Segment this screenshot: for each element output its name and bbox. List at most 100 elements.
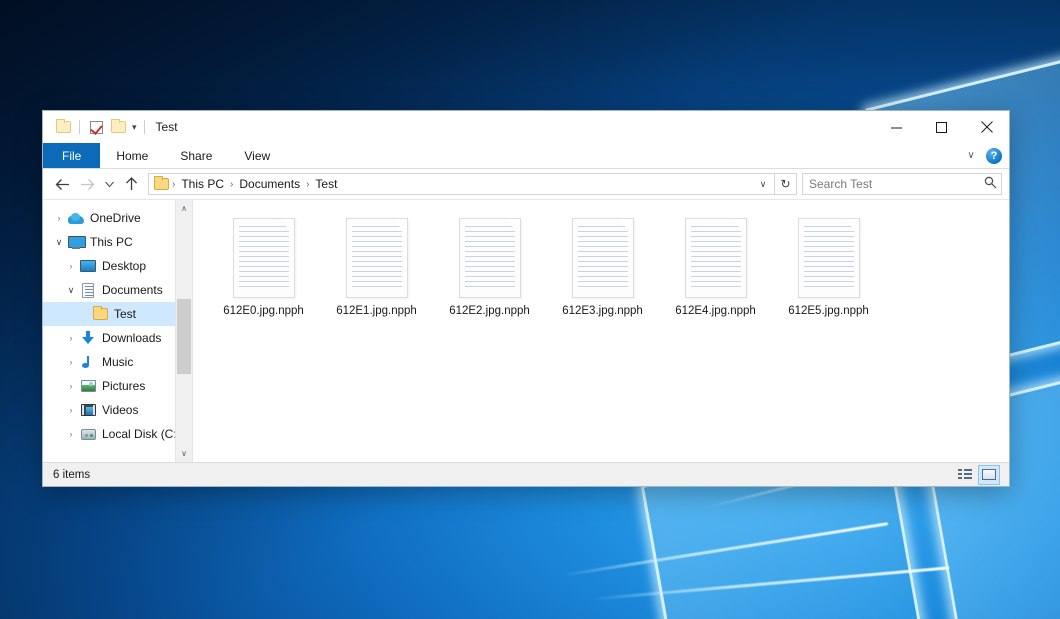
navigation-pane: › OneDrive ∨ This PC › Desktop bbox=[43, 200, 193, 462]
scroll-down-button[interactable]: ∨ bbox=[176, 445, 192, 462]
properties-icon[interactable] bbox=[85, 116, 107, 138]
maximize-button[interactable] bbox=[919, 111, 964, 143]
generic-document-icon bbox=[459, 218, 521, 298]
this-pc-icon bbox=[67, 234, 85, 250]
sidebar-item-label: OneDrive bbox=[90, 211, 141, 225]
ribbon-tab-bar: File Home Share View ∨ ? bbox=[43, 143, 1009, 169]
generic-document-icon bbox=[685, 218, 747, 298]
file-name: 612E5.jpg.npph bbox=[788, 305, 869, 317]
chevron-down-icon[interactable]: ∨ bbox=[754, 179, 772, 190]
sidebar-item-label: Desktop bbox=[102, 259, 146, 273]
tab-file[interactable]: File bbox=[43, 143, 100, 168]
scroll-up-button[interactable]: ∧ bbox=[176, 200, 192, 217]
sidebar-item-label: Local Disk (C:) bbox=[102, 427, 181, 441]
videos-icon bbox=[79, 402, 97, 418]
sidebar-item-desktop[interactable]: › Desktop bbox=[43, 254, 192, 278]
search-box[interactable] bbox=[802, 173, 1002, 195]
sidebar-item-music[interactable]: › Music bbox=[43, 350, 192, 374]
close-button[interactable] bbox=[964, 111, 1009, 143]
details-view-button[interactable] bbox=[954, 465, 976, 485]
status-bar: 6 items bbox=[43, 462, 1009, 486]
help-icon[interactable]: ? bbox=[986, 148, 1002, 164]
sidebar-item-label: Music bbox=[102, 355, 133, 369]
large-icons-view-button[interactable] bbox=[978, 465, 1000, 485]
file-grid: 612E0.jpg.npph 612E1.jpg.npph bbox=[207, 214, 1009, 323]
sidebar-item-this-pc[interactable]: ∨ This PC bbox=[43, 230, 192, 254]
chevron-down-icon[interactable]: ▾ bbox=[132, 123, 137, 132]
file-item[interactable]: 612E3.jpg.npph bbox=[546, 214, 659, 323]
folder-icon bbox=[154, 178, 169, 190]
file-name: 612E2.jpg.npph bbox=[449, 305, 530, 317]
breadcrumb[interactable]: › This PC › Documents › Test ∨ bbox=[148, 173, 775, 195]
disk-icon bbox=[79, 426, 97, 442]
search-icon[interactable] bbox=[981, 176, 997, 192]
desktop-background: ▾ Test File Home Share View bbox=[0, 0, 1060, 619]
sidebar-item-label: Videos bbox=[102, 403, 138, 417]
chevron-right-icon[interactable]: › bbox=[63, 357, 79, 367]
file-name: 612E4.jpg.npph bbox=[675, 305, 756, 317]
chevron-down-icon[interactable]: ∨ bbox=[63, 285, 79, 296]
sidebar-item-local-disk-c[interactable]: › Local Disk (C:) bbox=[43, 422, 192, 446]
breadcrumb-item-this-pc[interactable]: This PC bbox=[176, 175, 229, 193]
chevron-right-icon[interactable]: › bbox=[63, 333, 79, 343]
title-bar: ▾ Test bbox=[43, 111, 1009, 143]
sidebar-item-test[interactable]: Test bbox=[43, 302, 192, 326]
chevron-right-icon[interactable]: › bbox=[63, 429, 79, 439]
sidebar-item-label: Documents bbox=[102, 283, 163, 297]
file-item[interactable]: 612E4.jpg.npph bbox=[659, 214, 772, 323]
folder-icon[interactable] bbox=[52, 116, 74, 138]
window-body: › OneDrive ∨ This PC › Desktop bbox=[43, 199, 1009, 462]
navigation-tree: › OneDrive ∨ This PC › Desktop bbox=[43, 200, 192, 446]
file-name: 612E1.jpg.npph bbox=[336, 305, 417, 317]
quick-access-toolbar: ▾ bbox=[43, 116, 150, 138]
generic-document-icon bbox=[346, 218, 408, 298]
refresh-button[interactable]: ↻ bbox=[775, 173, 797, 195]
chevron-right-icon[interactable]: › bbox=[63, 381, 79, 391]
chevron-right-icon[interactable]: › bbox=[51, 213, 67, 223]
view-mode-buttons bbox=[954, 465, 1005, 485]
sidebar-item-documents[interactable]: ∨ Documents bbox=[43, 278, 192, 302]
file-name: 612E0.jpg.npph bbox=[223, 305, 304, 317]
recent-locations-button[interactable] bbox=[100, 172, 119, 197]
breadcrumb-item-documents[interactable]: Documents bbox=[234, 175, 305, 193]
file-item[interactable]: 612E1.jpg.npph bbox=[320, 214, 433, 323]
file-item[interactable]: 612E5.jpg.npph bbox=[772, 214, 885, 323]
pictures-icon bbox=[79, 378, 97, 394]
minimize-button[interactable] bbox=[874, 111, 919, 143]
generic-document-icon bbox=[233, 218, 295, 298]
onedrive-icon bbox=[67, 210, 85, 226]
generic-document-icon bbox=[572, 218, 634, 298]
file-explorer-window: ▾ Test File Home Share View bbox=[42, 110, 1010, 487]
back-button[interactable] bbox=[50, 172, 75, 197]
up-button[interactable] bbox=[119, 172, 144, 197]
sidebar-item-videos[interactable]: › Videos bbox=[43, 398, 192, 422]
file-item[interactable]: 612E0.jpg.npph bbox=[207, 214, 320, 323]
scrollbar-thumb[interactable] bbox=[177, 299, 191, 374]
chevron-right-icon[interactable]: › bbox=[63, 261, 79, 271]
scrollbar-track[interactable] bbox=[176, 217, 192, 445]
file-item[interactable]: 612E2.jpg.npph bbox=[433, 214, 546, 323]
forward-button[interactable] bbox=[75, 172, 100, 197]
chevron-down-icon[interactable]: ∨ bbox=[958, 144, 984, 168]
chevron-right-icon[interactable]: › bbox=[63, 405, 79, 415]
sidebar-item-label: Pictures bbox=[102, 379, 145, 393]
file-list-pane[interactable]: 612E0.jpg.npph 612E1.jpg.npph bbox=[193, 200, 1009, 462]
chevron-down-icon[interactable]: ∨ bbox=[51, 237, 67, 248]
sidebar-item-label: This PC bbox=[90, 235, 133, 249]
navigation-scrollbar[interactable]: ∧ ∨ bbox=[175, 200, 192, 462]
toolbar-divider bbox=[79, 120, 80, 134]
tab-share[interactable]: Share bbox=[164, 143, 228, 168]
search-input[interactable] bbox=[809, 177, 981, 191]
sidebar-item-onedrive[interactable]: › OneDrive bbox=[43, 206, 192, 230]
downloads-icon bbox=[79, 330, 97, 346]
folder-icon bbox=[91, 306, 109, 322]
sidebar-item-downloads[interactable]: › Downloads bbox=[43, 326, 192, 350]
new-folder-icon[interactable] bbox=[107, 116, 129, 138]
sidebar-item-label: Test bbox=[114, 307, 136, 321]
generic-document-icon bbox=[798, 218, 860, 298]
sidebar-item-pictures[interactable]: › Pictures bbox=[43, 374, 192, 398]
tab-view[interactable]: View bbox=[228, 143, 286, 168]
breadcrumb-item-test[interactable]: Test bbox=[310, 175, 342, 193]
tab-home[interactable]: Home bbox=[100, 143, 164, 168]
music-icon bbox=[79, 354, 97, 370]
